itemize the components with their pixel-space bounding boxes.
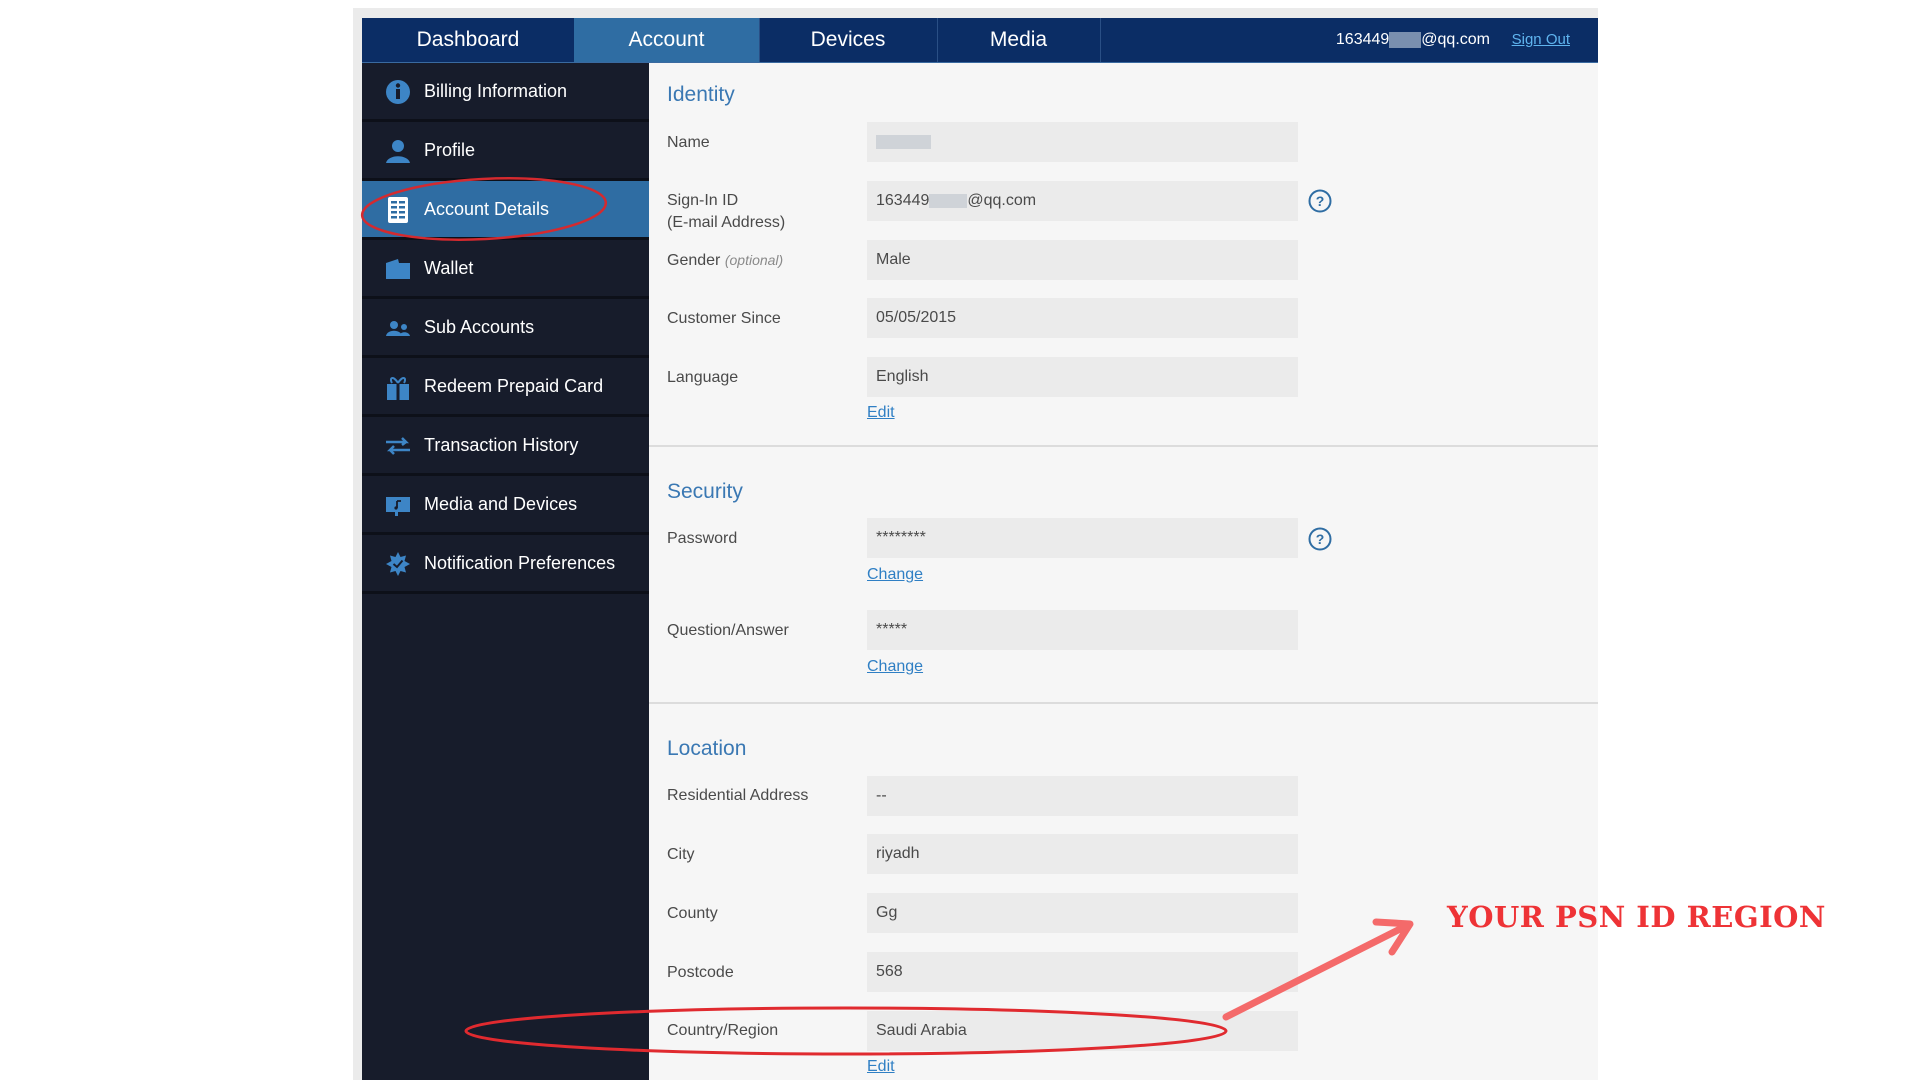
- edit-identity-link[interactable]: Edit: [867, 404, 895, 422]
- sidebar-item-label: Profile: [424, 140, 476, 160]
- wallet-icon: [386, 259, 410, 279]
- user-email-suffix: @qq.com: [1421, 31, 1490, 48]
- gender-label: Gender (optional): [667, 249, 783, 272]
- name-field: [867, 122, 1298, 162]
- sign-in-id-label: Sign-In ID (E-mail Address): [667, 190, 785, 234]
- residential-address-field: --: [867, 776, 1298, 816]
- sidebar-item-notification-preferences[interactable]: Notification Preferences: [362, 535, 649, 594]
- notification-badge-icon: [386, 552, 410, 576]
- country-region-label: Country/Region: [667, 1022, 779, 1039]
- person-icon: [386, 140, 410, 163]
- city-field: riyadh: [867, 834, 1298, 874]
- section-title-security: Security: [667, 480, 743, 503]
- redacted-block: [1389, 31, 1422, 48]
- postcode-label: Postcode: [667, 964, 734, 981]
- tab-devices[interactable]: Devices: [759, 18, 938, 62]
- media-device-icon: [386, 497, 410, 516]
- sidebar-item-label: Redeem Prepaid Card: [424, 376, 604, 396]
- residential-address-label: Residential Address: [667, 787, 809, 804]
- sign-in-id-field: 163449 @qq.com: [867, 181, 1298, 221]
- edit-location-link[interactable]: Edit: [867, 1058, 895, 1076]
- annotation-label: YOUR PSN ID REGION: [1447, 900, 1826, 934]
- user-email: 163449 @qq.com: [1336, 18, 1490, 62]
- sidebar-item-label: Notification Preferences: [424, 553, 616, 573]
- sidebar-item-label: Media and Devices: [424, 494, 578, 514]
- password-field: ********: [867, 518, 1298, 558]
- sidebar-item-sub-accounts[interactable]: Sub Accounts: [362, 299, 649, 358]
- svg-text:?: ?: [1316, 193, 1325, 209]
- gender-label-text: Gender: [667, 252, 721, 269]
- document-list-icon: [388, 197, 408, 223]
- tab-dashboard[interactable]: Dashboard: [362, 18, 575, 62]
- sidebar-item-profile[interactable]: Profile: [362, 122, 649, 181]
- gift-icon: [387, 377, 409, 400]
- help-icon[interactable]: ?: [1308, 189, 1332, 213]
- sidebar-item-billing-information[interactable]: Billing Information: [362, 63, 649, 122]
- top-nav-bar: Dashboard Account Devices Media 163449 @q…: [362, 18, 1598, 63]
- postcode-field: 568: [867, 952, 1298, 992]
- customer-since-label: Customer Since: [667, 310, 781, 327]
- section-title-location: Location: [667, 737, 747, 760]
- sign-in-id-label-line2: (E-mail Address): [667, 214, 786, 231]
- sign-in-id-label-line1: Sign-In ID: [667, 192, 739, 209]
- sidebar: Billing Information Profile Account Deta…: [362, 63, 649, 1080]
- tab-media[interactable]: Media: [937, 18, 1101, 62]
- sidebar-item-media-and-devices[interactable]: Media and Devices: [362, 476, 649, 535]
- sidebar-item-wallet[interactable]: Wallet: [362, 240, 649, 299]
- change-password-link[interactable]: Change: [867, 566, 923, 584]
- sidebar-item-redeem-prepaid-card[interactable]: Redeem Prepaid Card: [362, 358, 649, 417]
- county-label: County: [667, 905, 718, 922]
- country-region-field: Saudi Arabia: [867, 1011, 1298, 1051]
- section-divider: [649, 702, 1598, 704]
- user-email-prefix: 163449: [1335, 31, 1390, 48]
- sign-in-id-prefix: 163449: [876, 192, 930, 209]
- sign-out-link[interactable]: Sign Out: [1512, 18, 1570, 62]
- name-label: Name: [667, 134, 710, 151]
- section-divider: [649, 445, 1598, 447]
- question-answer-label: Question/Answer: [667, 622, 789, 639]
- redacted-block: [876, 134, 931, 149]
- city-label: City: [667, 846, 695, 863]
- redacted-block: [929, 193, 968, 208]
- optional-hint: (optional): [724, 252, 784, 268]
- sidebar-item-label: Account Details: [424, 199, 550, 219]
- question-answer-field: *****: [867, 610, 1298, 650]
- gender-field: Male: [867, 240, 1298, 280]
- password-label: Password: [667, 530, 738, 547]
- sidebar-item-account-details[interactable]: Account Details: [362, 181, 649, 240]
- language-field: English: [867, 357, 1298, 397]
- language-label: Language: [667, 369, 739, 386]
- county-field: Gg: [867, 893, 1298, 933]
- sidebar-item-label: Sub Accounts: [424, 317, 535, 337]
- info-icon: [386, 80, 410, 104]
- svg-text:?: ?: [1316, 531, 1325, 547]
- section-title-identity: Identity: [667, 83, 735, 106]
- sidebar-item-label: Transaction History: [424, 435, 579, 455]
- users-icon: [386, 321, 410, 336]
- customer-since-field: 05/05/2015: [867, 298, 1298, 338]
- sidebar-item-transaction-history[interactable]: Transaction History: [362, 417, 649, 476]
- sidebar-item-label: Billing Information: [424, 81, 568, 101]
- change-question-answer-link[interactable]: Change: [867, 658, 923, 676]
- sidebar-item-label: Wallet: [424, 258, 474, 278]
- tab-account[interactable]: Account: [574, 18, 760, 62]
- transfer-arrows-icon: [386, 437, 410, 455]
- sign-in-id-suffix: @qq.com: [967, 192, 1037, 209]
- help-icon[interactable]: ?: [1308, 527, 1332, 551]
